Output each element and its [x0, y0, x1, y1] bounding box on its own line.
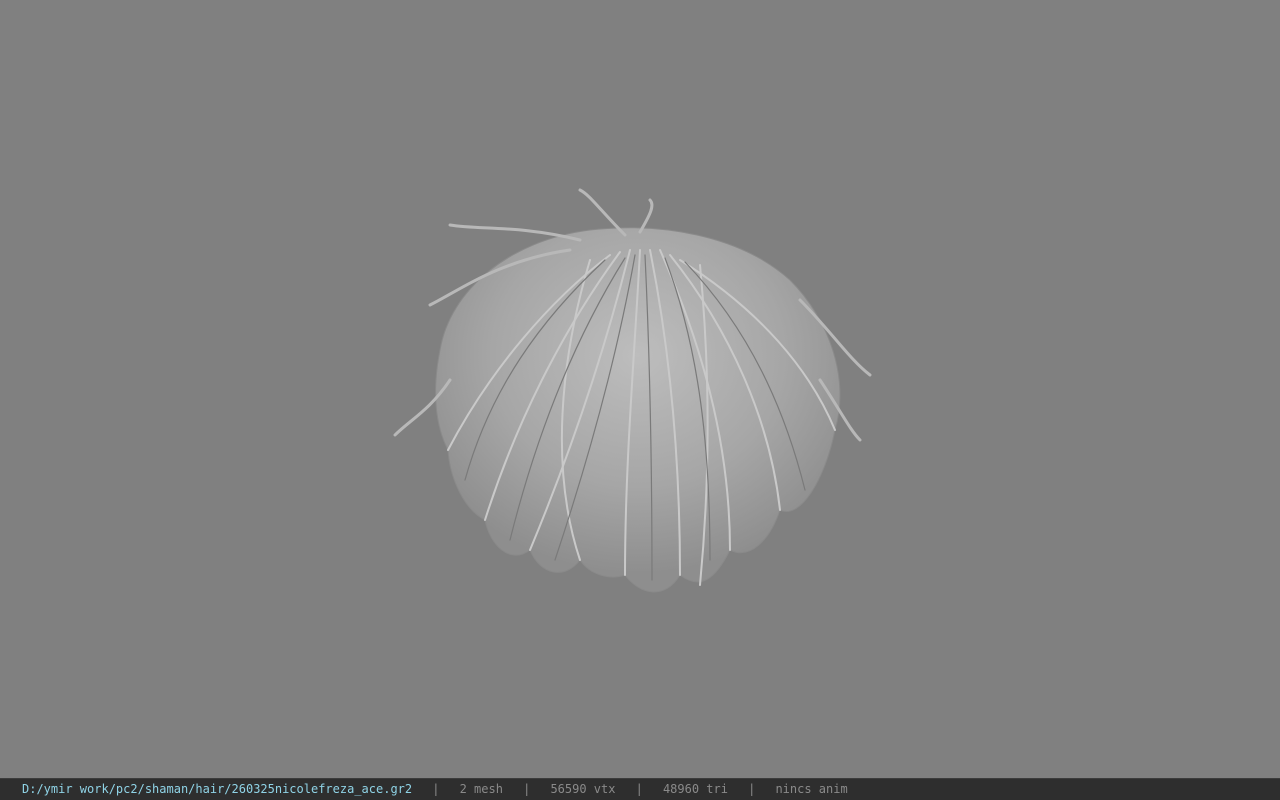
animation-status: nincs anim: [775, 782, 848, 796]
triangle-count: 48960 tri: [662, 782, 728, 796]
file-path: D:/ymir work/pc2/shaman/hair/260325nicol…: [22, 782, 413, 796]
hair-mesh-model[interactable]: [380, 180, 900, 610]
mesh-count: 2 mesh: [459, 782, 503, 796]
status-bar: D:/ymir work/pc2/shaman/hair/260325nicol…: [0, 778, 1280, 800]
separator: |: [432, 782, 440, 796]
separator: |: [635, 782, 643, 796]
separator: |: [748, 782, 756, 796]
vertex-count: 56590 vtx: [550, 782, 616, 796]
3d-viewport[interactable]: [0, 0, 1280, 778]
separator: |: [523, 782, 531, 796]
